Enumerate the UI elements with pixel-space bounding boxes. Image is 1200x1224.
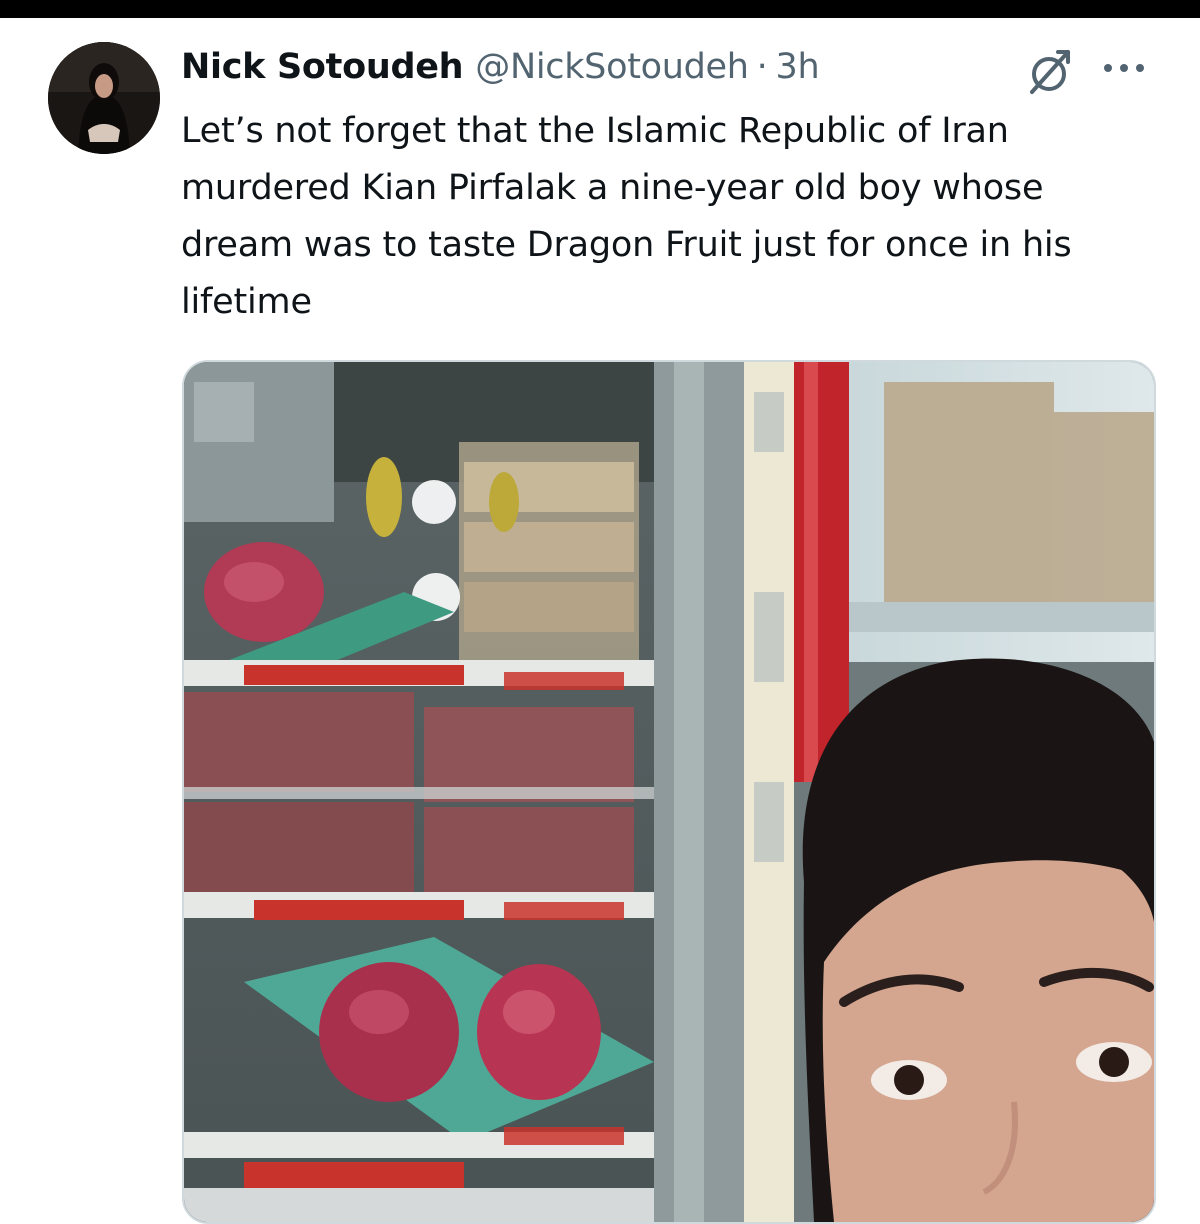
more-icon[interactable] bbox=[1100, 58, 1148, 78]
separator-dot: · bbox=[756, 47, 768, 87]
author-name[interactable]: Nick Sotoudeh bbox=[181, 47, 464, 87]
timestamp[interactable]: 3h bbox=[776, 47, 820, 87]
tweet-text: Let’s not forget that the Islamic Republ… bbox=[181, 111, 1072, 322]
grok-icon[interactable] bbox=[1022, 46, 1078, 98]
author-handle[interactable]: @NickSotoudeh bbox=[475, 47, 749, 87]
tweet-header: Nick Sotoudeh @NickSotoudeh · 3h bbox=[181, 47, 820, 91]
avatar[interactable] bbox=[48, 42, 160, 154]
top-bar bbox=[0, 0, 1200, 18]
tweet-media[interactable] bbox=[182, 360, 1156, 1224]
